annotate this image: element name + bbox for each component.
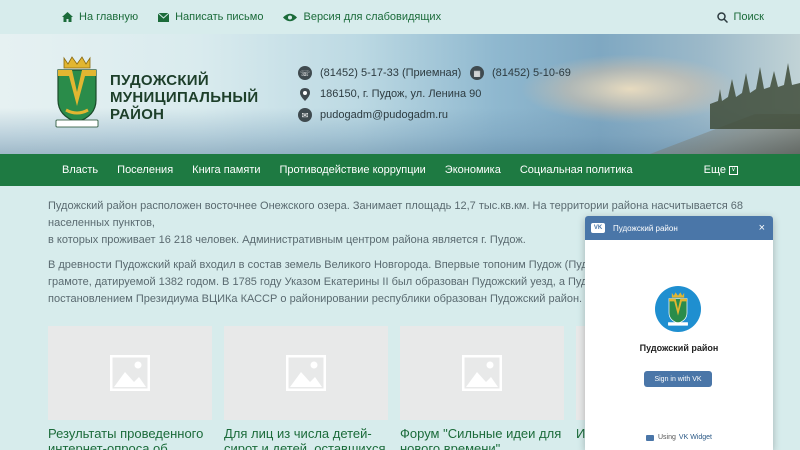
- top-bar: На главную Написать письмо Версия для сл…: [0, 0, 800, 34]
- phone-icon: ☏: [298, 66, 312, 80]
- site-name-line-3: РАЙОН: [110, 106, 165, 123]
- write-letter-link[interactable]: Написать письмо: [158, 11, 263, 23]
- news-card-title-line: Результаты проведенного: [48, 426, 204, 441]
- nav-item-anticorruption[interactable]: Противодействие коррупции: [280, 164, 426, 176]
- news-card-title: Результаты проведенного интернет-опроса …: [48, 426, 212, 450]
- phone-reception-text: (81452) 5-17-33 (Приемная): [320, 67, 462, 79]
- news-card-title: Для лиц из числа детей- сирот и детей, о…: [224, 426, 388, 450]
- vk-signin-button[interactable]: Sign in with VK: [644, 371, 712, 387]
- vk-group-name[interactable]: Пудожский район: [585, 343, 773, 353]
- accessibility-label: Версия для слабовидящих: [303, 11, 442, 23]
- news-card[interactable]: Форум "Сильные идеи для нового времени": [400, 326, 564, 450]
- image-placeholder-icon: [224, 326, 388, 420]
- vk-widget-link[interactable]: VK Widget: [679, 434, 712, 441]
- search-label: Поиск: [733, 11, 764, 23]
- close-icon[interactable]: ×: [759, 222, 765, 234]
- phone-reception: ☏ (81452) 5-17-33 (Приемная): [298, 66, 461, 80]
- nav-item-poseleniya[interactable]: Поселения: [117, 164, 173, 176]
- search-icon: [716, 11, 728, 23]
- vk-group-avatar[interactable]: [655, 286, 701, 332]
- image-placeholder-icon: [48, 326, 212, 420]
- vk-small-logo-icon: [646, 434, 654, 441]
- news-card-title-line: И: [576, 426, 586, 441]
- main-nav: Власть Поселения Книга памяти Противодей…: [0, 154, 800, 186]
- home-link[interactable]: На главную: [62, 11, 138, 23]
- nav-more-label: Еще: [703, 164, 726, 176]
- coat-of-arms-icon: [668, 292, 688, 326]
- fax: ▦ (81452) 5-10-69: [470, 66, 571, 80]
- news-card-title-line: Для лиц из числа детей-: [224, 426, 372, 441]
- mail-icon: ✉: [298, 108, 312, 122]
- nav-item-kniga-pamyati[interactable]: Книга памяти: [192, 164, 260, 176]
- nav-item-social-policy[interactable]: Социальная политика: [520, 164, 633, 176]
- map-pin-icon: [298, 87, 312, 101]
- email[interactable]: ✉ pudogadm@pudogadm.ru: [298, 108, 448, 122]
- site-name-line-1: ПУДОЖСКИЙ: [110, 72, 209, 89]
- vk-widget-footer: Using VK Widget: [585, 434, 773, 441]
- email-text: pudogadm@pudogadm.ru: [320, 109, 448, 121]
- accessibility-link[interactable]: Версия для слабовидящих: [283, 11, 441, 23]
- chevron-down-icon: ∨: [729, 165, 738, 175]
- vk-using-label: Using: [658, 434, 676, 441]
- write-letter-label: Написать письмо: [175, 11, 264, 23]
- home-label: На главную: [79, 11, 139, 23]
- p1-line-2: в которых проживает 16 218 человек. Адми…: [48, 234, 526, 246]
- site-name-line-2: МУНИЦИПАЛЬНЫЙ: [110, 89, 259, 106]
- image-placeholder-icon: [400, 326, 564, 420]
- vk-widget-header: VK Пудожский район ×: [585, 216, 773, 240]
- site-header: ПУДОЖСКИЙ МУНИЦИПАЛЬНЫЙ РАЙОН ☏ (81452) …: [0, 34, 800, 154]
- news-card-title-line: интернет-опроса об оценке: [48, 441, 168, 450]
- coat-of-arms-logo[interactable]: [52, 54, 102, 130]
- header-trees-image: [710, 63, 800, 129]
- search-link[interactable]: Поиск: [716, 11, 764, 23]
- news-card-title-line: Форум "Сильные идеи для: [400, 426, 562, 441]
- fax-icon: ▦: [470, 66, 484, 80]
- news-card-title-line: нового времени": [400, 441, 501, 450]
- site-name[interactable]: ПУДОЖСКИЙ МУНИЦИПАЛЬНЫЙ РАЙОН: [110, 72, 258, 123]
- news-card-title: Форум "Сильные идеи для нового времени": [400, 426, 564, 450]
- nav-item-economy[interactable]: Экономика: [445, 164, 501, 176]
- fax-text: (81452) 5-10-69: [492, 67, 571, 79]
- nav-item-vlast[interactable]: Власть: [62, 164, 98, 176]
- nav-more-dropdown[interactable]: Еще ∨: [704, 164, 738, 176]
- envelope-icon: [158, 12, 170, 22]
- eye-icon: [283, 13, 298, 22]
- news-card-title-line: сирот и детей, оставшихся: [224, 441, 386, 450]
- address-text: 186150, г. Пудож, ул. Ленина 90: [320, 88, 482, 100]
- news-card[interactable]: Результаты проведенного интернет-опроса …: [48, 326, 212, 450]
- vk-widget: VK Пудожский район × Пудожский район Sig…: [585, 216, 773, 450]
- home-icon: [62, 12, 73, 22]
- vk-widget-title: Пудожский район: [613, 223, 678, 233]
- p2-line-3: постановлением Президиума ВЦИКа КАССР о …: [48, 293, 583, 305]
- news-card[interactable]: Для лиц из числа детей- сирот и детей, о…: [224, 326, 388, 450]
- address: 186150, г. Пудож, ул. Ленина 90: [298, 87, 481, 101]
- vk-logo-icon: VK: [591, 223, 605, 233]
